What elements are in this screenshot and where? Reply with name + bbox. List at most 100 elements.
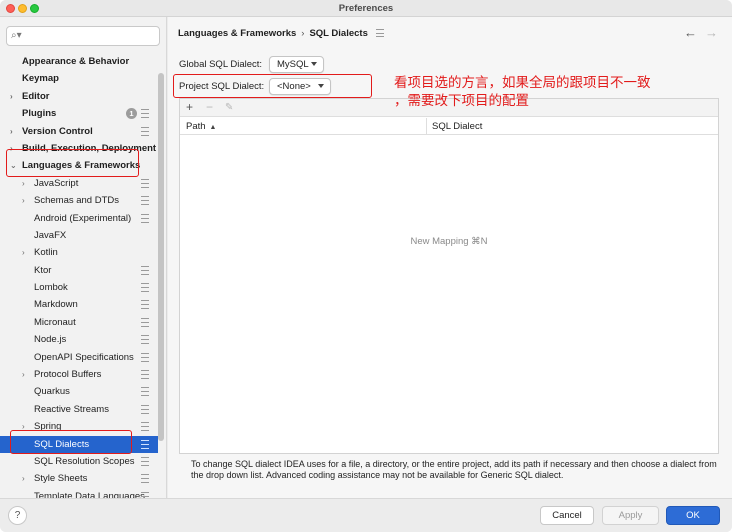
project-scope-icon — [141, 352, 149, 362]
global-dialect-combo[interactable]: MySQL — [269, 56, 324, 73]
sidebar-item-label: SQL Resolution Scopes — [34, 455, 135, 467]
help-button[interactable]: ? — [8, 506, 27, 525]
annotation-box-project-dialect — [173, 74, 372, 98]
empty-table-text[interactable]: New Mapping ⌘N — [180, 236, 718, 247]
annotation-text-line2: ，需要改下项目的配置 — [394, 93, 529, 109]
sidebar-item-label: Micronaut — [34, 316, 76, 328]
project-scope-icon — [141, 370, 149, 380]
sidebar-item-javafx[interactable]: JavaFX — [0, 227, 158, 244]
sidebar-item-label: JavaFX — [34, 229, 67, 241]
sidebar-scrollbar[interactable] — [158, 53, 164, 493]
sidebar-item-label: Reactive Streams — [34, 403, 109, 415]
search-field[interactable]: ⌕▾ — [6, 26, 160, 46]
sidebar-item-protocol-buffers[interactable]: › Protocol Buffers — [0, 366, 158, 383]
sidebar-item-version-control[interactable]: › Version Control — [0, 123, 158, 140]
column-header-sql-dialect[interactable]: SQL Dialect — [432, 118, 482, 135]
sidebar-item-node-js[interactable]: Node.js — [0, 331, 158, 348]
window-title: Preferences — [338, 3, 394, 14]
sidebar-item-label: Schemas and DTDs — [34, 195, 120, 207]
sidebar-item-ktor[interactable]: Ktor — [0, 262, 158, 279]
preferences-window: Preferences ⌕▾ Appearance & Behavior Keym… — [0, 0, 732, 532]
sidebar: ⌕▾ Appearance & Behavior Keymap › Editor Plu… — [0, 17, 167, 498]
breadcrumb-current: SQL Dialects — [309, 28, 368, 39]
project-scope-icon — [141, 387, 149, 397]
chevron-right-icon[interactable]: › — [22, 192, 25, 209]
breadcrumb: Languages & Frameworks › SQL Dialects — [178, 28, 384, 39]
breadcrumb-parent[interactable]: Languages & Frameworks — [178, 28, 296, 39]
sidebar-item-kotlin[interactable]: › Kotlin — [0, 244, 158, 261]
sidebar-item-quarkus[interactable]: Quarkus — [0, 383, 158, 400]
apply-button[interactable]: Apply — [602, 506, 659, 525]
remove-icon[interactable]: − — [206, 100, 213, 115]
sidebar-item-schemas-and-dtds[interactable]: › Schemas and DTDs — [0, 192, 158, 209]
sidebar-item-sql-resolution-scopes[interactable]: SQL Resolution Scopes — [0, 453, 158, 470]
dialog-footer: ? Cancel Apply OK — [0, 498, 732, 532]
project-scope-icon — [141, 109, 149, 119]
sidebar-scroll-thumb[interactable] — [158, 73, 164, 441]
sidebar-item-label: Protocol Buffers — [34, 369, 102, 381]
search-icon: ⌕▾ — [11, 30, 22, 41]
sidebar-item-keymap[interactable]: Keymap — [0, 70, 158, 87]
sidebar-item-micronaut[interactable]: Micronaut — [0, 314, 158, 331]
search-input[interactable] — [27, 29, 157, 43]
project-scope-icon — [141, 213, 149, 223]
edit-pencil-icon[interactable]: ✎ — [225, 100, 233, 115]
title-bar: Preferences — [0, 0, 732, 17]
sidebar-item-label: Template Data Languages — [34, 490, 145, 498]
sidebar-item-label: Version Control — [22, 125, 93, 137]
sidebar-item-lombok[interactable]: Lombok — [0, 279, 158, 296]
project-scope-icon — [141, 404, 149, 414]
breadcrumb-separator: › — [301, 28, 305, 39]
project-scope-icon — [375, 29, 384, 38]
chevron-right-icon[interactable]: › — [22, 175, 25, 192]
annotation-text-line1: 看项目选的方言，如果全局的跟项目不一致 — [394, 75, 651, 91]
project-scope-icon — [141, 456, 149, 466]
sidebar-item-style-sheets[interactable]: › Style Sheets — [0, 470, 158, 487]
chevron-right-icon[interactable]: › — [22, 470, 25, 487]
chevron-down-icon — [311, 62, 317, 66]
sidebar-item-label: Keymap — [22, 73, 59, 85]
cancel-button[interactable]: Cancel — [540, 506, 594, 525]
project-scope-icon — [141, 283, 149, 293]
sidebar-item-label: Editor — [22, 90, 50, 102]
project-scope-icon — [141, 474, 149, 484]
sidebar-item-appearance-behavior[interactable]: Appearance & Behavior — [0, 53, 158, 70]
sidebar-item-javascript[interactable]: › JavaScript — [0, 175, 158, 192]
annotation-box-sql-dialects — [10, 430, 132, 454]
chevron-right-icon[interactable]: › — [10, 123, 13, 140]
project-scope-icon — [141, 335, 149, 345]
sidebar-item-markdown[interactable]: Markdown — [0, 296, 158, 313]
annotation-box-languages — [6, 149, 139, 177]
sidebar-item-android-experimental[interactable]: Android (Experimental) — [0, 210, 158, 227]
chevron-right-icon[interactable]: › — [10, 88, 13, 105]
help-description: To change SQL dialect IDEA uses for a fi… — [191, 459, 717, 480]
project-scope-icon — [141, 300, 149, 310]
sidebar-item-reactive-streams[interactable]: Reactive Streams — [0, 401, 158, 418]
project-scope-icon — [141, 178, 149, 188]
sidebar-item-label: Plugins — [22, 108, 57, 120]
chevron-right-icon[interactable]: › — [22, 366, 25, 383]
sidebar-item-label: Node.js — [34, 334, 67, 346]
sidebar-item-label: Appearance & Behavior — [22, 56, 130, 67]
project-scope-icon — [141, 317, 149, 327]
column-header-path[interactable]: Path ▲ — [186, 118, 216, 136]
sidebar-item-label: Android (Experimental) — [34, 212, 132, 224]
sort-ascending-icon: ▲ — [209, 124, 217, 131]
project-scope-icon — [141, 422, 149, 432]
sidebar-item-label: Kotlin — [34, 247, 58, 259]
project-scope-icon — [141, 126, 149, 136]
sidebar-item-editor[interactable]: › Editor — [0, 88, 158, 105]
sidebar-item-openapi-specifications[interactable]: OpenAPI Specifications — [0, 349, 158, 366]
project-scope-icon — [141, 439, 149, 449]
chevron-right-icon[interactable]: › — [22, 244, 25, 261]
add-icon[interactable]: + — [186, 100, 193, 115]
forward-arrow-icon[interactable]: → — [705, 25, 718, 40]
column-divider[interactable] — [426, 118, 427, 135]
sidebar-item-plugins[interactable]: Plugins 1 — [0, 105, 158, 122]
ok-button[interactable]: OK — [666, 506, 720, 525]
dialect-mapping-table: + − ✎ Path ▲ SQL Dialect New Mapping ⌘N — [179, 98, 719, 454]
global-dialect-value: MySQL — [277, 59, 309, 70]
back-arrow-icon[interactable]: ← — [684, 25, 697, 40]
sidebar-item-template-data-languages[interactable]: Template Data Languages — [0, 488, 158, 498]
sidebar-item-label: Markdown — [34, 299, 78, 311]
